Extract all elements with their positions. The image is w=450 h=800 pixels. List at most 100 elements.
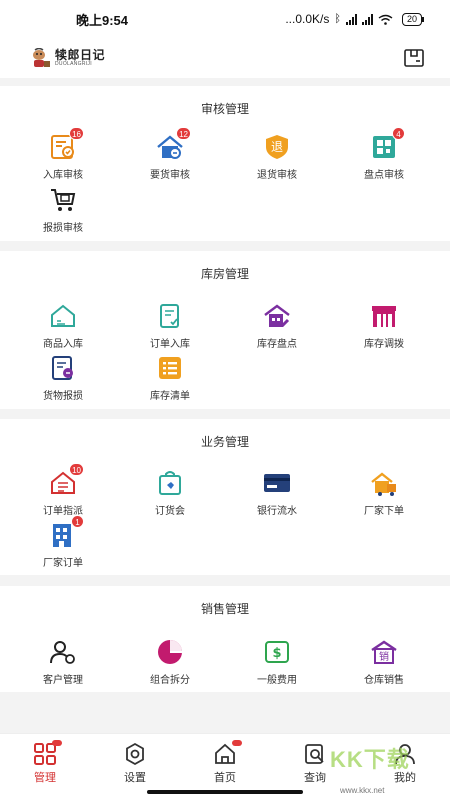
app-logo: 犊郎日记 DUOLANGRIJI bbox=[30, 48, 105, 68]
grid-item-customer-manage[interactable]: 客户管理 bbox=[10, 638, 116, 688]
general-expense-icon: $ bbox=[265, 641, 289, 663]
grid-item-label: 厂家订单 bbox=[43, 558, 83, 569]
loss-audit-icon bbox=[51, 189, 76, 211]
signal-icon-2 bbox=[361, 13, 373, 25]
query-icon bbox=[305, 744, 324, 764]
section-title: 审核管理 bbox=[200, 102, 249, 116]
grid-item-label: 商品入库 bbox=[43, 339, 83, 350]
badge-count: 1 bbox=[71, 515, 84, 528]
grid-item-label: 要货审核 bbox=[150, 170, 190, 181]
box-scan-icon bbox=[404, 49, 424, 67]
wifi-icon bbox=[378, 14, 393, 25]
battery-icon: 20 bbox=[401, 12, 425, 26]
grid-item-order-assign[interactable]: 10 订单指派 bbox=[10, 463, 116, 519]
grid-item-label: 一般费用 bbox=[257, 675, 297, 686]
grid-item-label: 报损审核 bbox=[43, 223, 83, 234]
grid-item-label: 入库审核 bbox=[43, 170, 83, 181]
section-title: 销售管理 bbox=[200, 602, 249, 616]
status-bar: 晚上9:54 ...0.0K/s ᛒ 20 bbox=[0, 0, 450, 38]
combine-split-icon bbox=[158, 640, 182, 664]
tab-manage[interactable]: 管理 bbox=[0, 740, 90, 785]
inventory-transfer-icon bbox=[372, 306, 396, 327]
app-header: 犊郎日记 DUOLANGRIJI bbox=[0, 38, 450, 78]
grid-item-order-fair[interactable]: 订货会 bbox=[117, 469, 223, 519]
grid-item-request-audit[interactable]: 12 要货审核 bbox=[117, 127, 223, 183]
section-audit: 审核管理 16 入库审核 12 要货审核 退 退货审核 4 盘点审核 报损审核 bbox=[0, 86, 450, 241]
grid-item-label: 退货审核 bbox=[257, 170, 297, 181]
grid-item-label: 银行流水 bbox=[257, 506, 297, 517]
mascot-logo-icon bbox=[33, 48, 50, 67]
grid-item-label: 客户管理 bbox=[43, 675, 83, 686]
grid-item-bank-statement[interactable]: 银行流水 bbox=[224, 469, 330, 519]
badge-count: 16 bbox=[69, 127, 84, 140]
tab-badge bbox=[52, 740, 62, 746]
grid-item-label: 库存盘点 bbox=[257, 339, 297, 350]
goods-inbound-icon bbox=[51, 304, 75, 327]
tab-home[interactable]: 首页 bbox=[180, 740, 270, 785]
grid-item-general-expense[interactable]: $ 一般费用 bbox=[224, 638, 330, 688]
signal-icon bbox=[345, 13, 357, 25]
grid-item-loss-audit[interactable]: 报损审核 bbox=[10, 186, 116, 236]
home-indicator bbox=[147, 790, 303, 794]
grid-item-label: 订单入库 bbox=[150, 339, 190, 350]
grid-item-label: 组合拆分 bbox=[150, 675, 190, 686]
status-indicators: ...0.0K/s ᛒ 20 bbox=[285, 12, 425, 26]
order-inbound-icon bbox=[160, 304, 179, 328]
status-time: 晚上9:54 bbox=[76, 12, 129, 28]
grid-item-label: 库存清单 bbox=[150, 391, 190, 402]
warehouse-sales-icon: 销 bbox=[371, 640, 397, 664]
bank-statement-icon bbox=[264, 474, 290, 492]
order-fair-icon bbox=[159, 471, 181, 495]
grid-item-label: 仓库销售 bbox=[364, 675, 404, 686]
grid-item-goods-loss[interactable]: 货物报损 bbox=[10, 354, 116, 404]
watermark-url: www.kkx.net bbox=[340, 786, 385, 795]
header-action-button[interactable] bbox=[402, 46, 426, 70]
badge-count: 4 bbox=[392, 127, 405, 140]
grid-item-inventory-check[interactable]: 库存盘点 bbox=[224, 302, 330, 352]
grid-item-goods-inbound[interactable]: 商品入库 bbox=[10, 302, 116, 352]
svg-text:$: $ bbox=[272, 646, 281, 661]
logo-subtitle: DUOLANGRIJI bbox=[55, 61, 92, 67]
grid-item-label: 盘点审核 bbox=[364, 170, 404, 181]
return-audit-icon: 退 bbox=[266, 135, 288, 159]
grid-item-inbound-audit[interactable]: 16 入库审核 bbox=[10, 127, 116, 183]
grid-item-factory-order-place[interactable]: 厂家下单 bbox=[331, 469, 437, 519]
tab-label: 设置 bbox=[124, 772, 146, 784]
tab-label: 管理 bbox=[34, 772, 56, 784]
grid-item-stocktake-audit[interactable]: 4 盘点审核 bbox=[331, 127, 437, 183]
customer-manage-icon bbox=[50, 641, 75, 664]
tab-label: 查询 bbox=[304, 772, 326, 784]
grid-item-label: 厂家下单 bbox=[364, 506, 404, 517]
section-title: 业务管理 bbox=[200, 435, 249, 449]
grid-item-inventory-transfer[interactable]: 库存调拨 bbox=[331, 302, 437, 352]
grid-item-warehouse-sales[interactable]: 销 仓库销售 bbox=[331, 638, 437, 688]
grid-item-order-inbound[interactable]: 订单入库 bbox=[117, 302, 223, 352]
grid-item-factory-orders[interactable]: 1 厂家订单 bbox=[10, 515, 116, 571]
tab-badge bbox=[232, 740, 242, 746]
inventory-list-icon bbox=[159, 357, 181, 379]
grid-item-inventory-list[interactable]: 库存清单 bbox=[117, 354, 223, 404]
section-sales: 销售管理 客户管理 组合拆分 $ 一般费用 销 仓库销售 bbox=[0, 586, 450, 692]
tab-label: 首页 bbox=[214, 772, 236, 784]
settings-gear-icon bbox=[126, 742, 144, 766]
section-business: 业务管理 10 订单指派 订货会 银行流水 厂家下单 1 厂家订单 bbox=[0, 419, 450, 575]
logo-title: 犊郎日记 bbox=[55, 48, 106, 62]
tab-settings[interactable]: 设置 bbox=[90, 742, 180, 785]
factory-order-place-icon bbox=[371, 472, 396, 496]
grid-item-label: 库存调拨 bbox=[364, 339, 404, 350]
goods-loss-icon bbox=[52, 356, 73, 380]
badge-count: 10 bbox=[69, 463, 84, 476]
section-title: 库房管理 bbox=[200, 267, 249, 281]
inventory-check-icon bbox=[264, 304, 290, 328]
watermark-logo: KK下载 bbox=[330, 747, 410, 772]
badge-count: 12 bbox=[176, 127, 191, 140]
grid-item-label: 货物报损 bbox=[43, 391, 83, 402]
grid-item-return-audit[interactable]: 退 退货审核 bbox=[224, 133, 330, 183]
network-speed: ...0.0K/s bbox=[285, 12, 330, 26]
section-warehouse: 库房管理 商品入库 订单入库 库存盘点 库存调拨 货物报损 库存清单 bbox=[0, 251, 450, 409]
return-glyph: 退 bbox=[271, 140, 283, 154]
bluetooth-icon: ᛒ bbox=[334, 13, 341, 25]
grid-item-label: 订货会 bbox=[155, 506, 185, 517]
grid-item-combine-split[interactable]: 组合拆分 bbox=[117, 638, 223, 688]
sales-glyph: 销 bbox=[379, 650, 389, 663]
